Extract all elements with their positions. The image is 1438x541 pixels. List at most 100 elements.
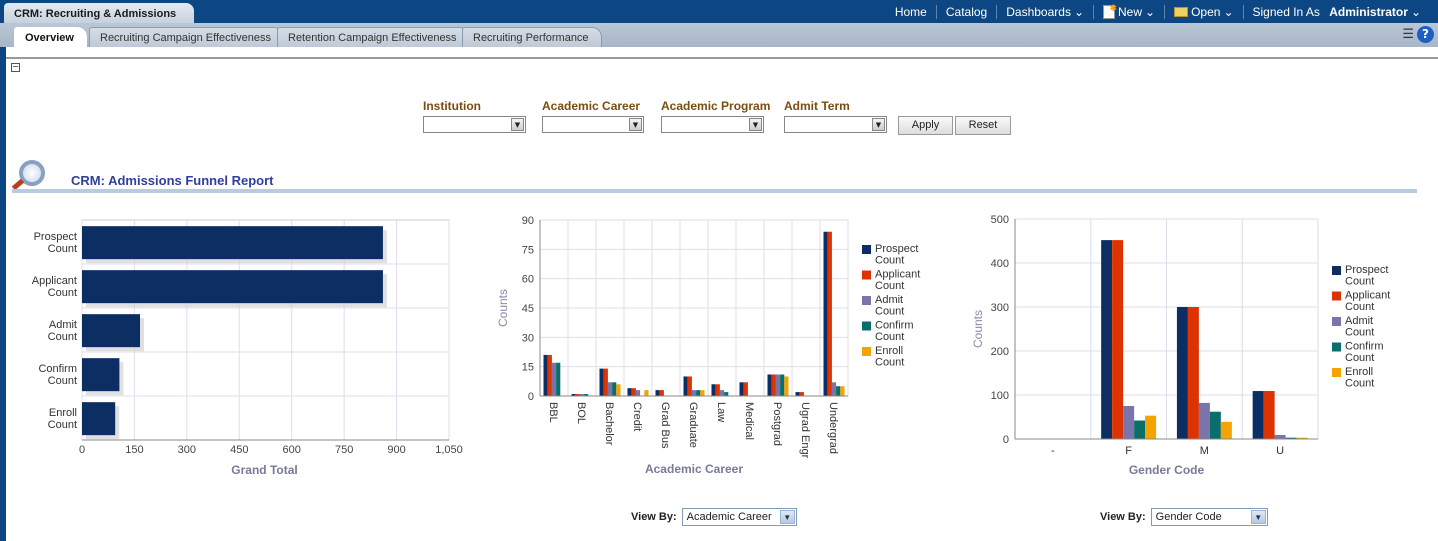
dropdown-arrow-icon: ▼ <box>779 510 795 524</box>
legend-swatch <box>1332 342 1341 352</box>
legend-label: Count <box>1345 327 1374 339</box>
bar-bachelor-admit-count <box>607 382 613 396</box>
bar-graduate-prospect-count <box>683 376 688 396</box>
legend-label: Prospect <box>875 243 918 255</box>
bar-undergrad-applicant-count <box>827 231 832 396</box>
x-axis-title: Gender Code <box>1129 463 1205 477</box>
legend-label: Count <box>875 255 904 267</box>
category-label: Count <box>48 375 77 387</box>
legend-label: Count <box>875 306 904 318</box>
bar-enroll-count <box>82 402 116 436</box>
view-by-career: View By: Academic Career ▼ <box>631 508 797 526</box>
view-by-value: Academic Career <box>686 511 772 523</box>
legend-label: Applicant <box>1345 290 1390 302</box>
x-axis-title: Academic Career <box>645 462 743 476</box>
category-label: Count <box>48 243 77 255</box>
bar-applicant-count <box>82 270 383 304</box>
y-tick-label: 15 <box>522 362 534 374</box>
y-tick-label: 90 <box>522 215 534 227</box>
y-tick-label: 500 <box>991 214 1009 226</box>
category-label: Ugrad Engr <box>799 402 811 459</box>
bar-postgrad-confirm-count <box>780 374 785 396</box>
charts-canvas: 0 150 300 450 600 750 900 1,050ProspectCountApp… <box>32 214 1391 477</box>
category-label: Undergrad <box>827 402 839 454</box>
legend-label: Admit <box>1345 315 1373 327</box>
view-by-label: View By: <box>631 511 677 523</box>
bar-undergrad-confirm-count <box>836 386 841 396</box>
legend-label: Count <box>875 357 904 369</box>
x-tick-label: 750 <box>335 444 353 456</box>
bar-postgrad-applicant-count <box>771 374 776 396</box>
y-tick-label: 60 <box>522 274 534 286</box>
bar-grad-bus-applicant-count <box>659 390 664 396</box>
y-tick-label: 0 <box>528 391 534 403</box>
category-label: Count <box>48 287 77 299</box>
view-by-value: Gender Code <box>1155 511 1222 523</box>
x-axis-title: Grand Total <box>231 463 297 477</box>
category-label: Law <box>715 402 727 422</box>
legend-label: Count <box>875 331 904 343</box>
bar-law-prospect-count <box>711 384 716 396</box>
view-by-gender-select[interactable]: Gender Code ▼ <box>1150 508 1268 526</box>
bar-postgrad-prospect-count <box>767 374 772 396</box>
bar-ugrad-engr-prospect-count <box>795 392 800 396</box>
legend-label: Count <box>1345 352 1374 364</box>
bar-bbl-prospect-count <box>543 354 548 396</box>
category-label: Admit <box>49 319 77 331</box>
legend-swatch <box>862 296 871 305</box>
legend-label: Enroll <box>1345 366 1373 378</box>
category-label: Credit <box>631 402 643 431</box>
category-label: Applicant <box>32 275 77 287</box>
bar-m-confirm-count <box>1209 411 1221 439</box>
view-by-career-select[interactable]: Academic Career ▼ <box>681 508 797 526</box>
legend-label: Enroll <box>875 345 903 357</box>
y-tick-label: 400 <box>991 258 1009 270</box>
bar-admit-count <box>82 314 141 348</box>
view-by-gender: View By: Gender Code ▼ <box>1100 508 1268 526</box>
bar-bachelor-confirm-count <box>612 382 617 396</box>
bar-medical-applicant-count <box>743 382 748 396</box>
category-label: Graduate <box>687 402 699 448</box>
y-axis-title: Counts <box>496 289 510 327</box>
y-tick-label: 300 <box>991 302 1009 314</box>
bar-postgrad-admit-count <box>775 374 781 396</box>
bar-credit-prospect-count <box>627 388 632 396</box>
bar-medical-prospect-count <box>739 382 744 396</box>
bar-graduate-enroll-count <box>700 390 705 396</box>
bar-m-applicant-count <box>1187 307 1199 439</box>
bar-grad-bus-prospect-count <box>655 390 660 396</box>
bar-m-prospect-count <box>1176 307 1188 439</box>
x-tick-label: 450 <box>230 444 248 456</box>
category-label: Count <box>48 419 77 431</box>
y-tick-label: 0 <box>1003 434 1009 446</box>
legend-label: Count <box>1345 378 1374 390</box>
bar-graduate-applicant-count <box>687 376 692 396</box>
category-label: U <box>1276 445 1284 457</box>
bar-law-applicant-count <box>715 384 720 396</box>
bar-credit-admit-count <box>635 390 641 396</box>
x-tick-label: 1,050 <box>435 444 463 456</box>
category-label: Postgrad <box>771 402 783 446</box>
category-label: Medical <box>743 402 755 440</box>
category-label: Enroll <box>49 407 77 419</box>
bar-credit-applicant-count <box>631 388 636 396</box>
legend-label: Applicant <box>875 269 920 281</box>
legend-label: Count <box>875 280 904 292</box>
bar-undergrad-prospect-count <box>823 231 828 396</box>
category-label: BOL <box>575 402 587 424</box>
bar-f-confirm-count <box>1134 420 1146 439</box>
legend-label: Admit <box>875 294 903 306</box>
bar-law-confirm-count <box>724 392 729 396</box>
category-label: Prospect <box>34 231 77 243</box>
bar-bbl-confirm-count <box>556 362 561 396</box>
x-tick-label: 0 <box>79 444 85 456</box>
legend-swatch <box>862 245 871 254</box>
view-by-label: View By: <box>1100 511 1146 523</box>
bar-graduate-confirm-count <box>696 390 701 396</box>
y-tick-label: 30 <box>522 332 534 344</box>
bar-credit-enroll-count <box>644 390 649 396</box>
legend-swatch <box>862 270 871 280</box>
y-tick-label: 45 <box>522 303 534 315</box>
bar-bachelor-enroll-count <box>616 384 621 396</box>
category-label: M <box>1200 445 1209 457</box>
